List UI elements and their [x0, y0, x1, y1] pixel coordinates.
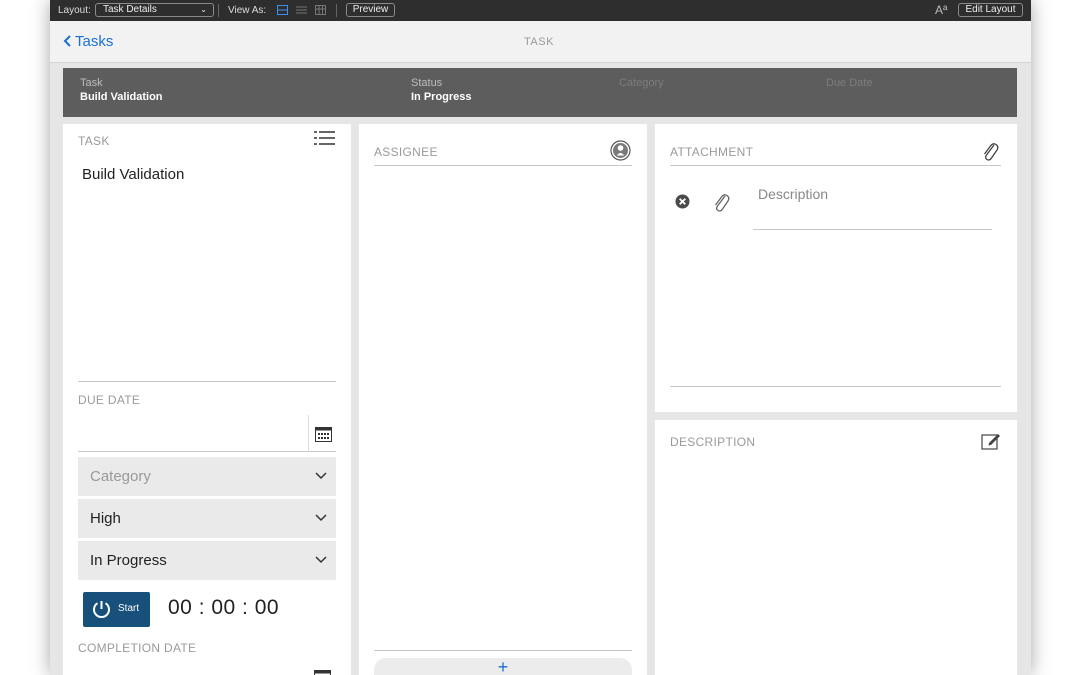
paperclip-icon[interactable] — [712, 191, 730, 213]
summary-task: Task Build Validation — [80, 77, 163, 103]
calendar-icon[interactable] — [315, 427, 332, 442]
add-assignee-button[interactable]: + — [374, 658, 632, 675]
status-dropdown[interactable]: In Progress — [78, 541, 336, 580]
edit-icon[interactable] — [981, 432, 1001, 450]
toolbar-divider — [218, 4, 219, 17]
summary-category-label: Category — [619, 77, 664, 89]
task-summary-bar: Task Build Validation Status In Progress… — [63, 68, 1017, 117]
chevron-left-icon — [63, 35, 71, 47]
category-placeholder: Category — [90, 468, 151, 485]
priority-dropdown[interactable]: High — [78, 499, 336, 538]
summary-task-label: Task — [80, 77, 103, 89]
form-view-icon[interactable] — [277, 5, 288, 15]
power-icon — [93, 601, 110, 618]
divider — [78, 381, 336, 382]
assignee-caption: ASSIGNEE — [374, 145, 438, 159]
chevron-down-icon: ⌄ — [200, 5, 207, 14]
view-as-label: View As: — [228, 5, 267, 16]
attachment-panel: ATTACHMENT Description — [655, 124, 1017, 412]
category-dropdown[interactable]: Category — [78, 457, 336, 496]
field-divider — [308, 415, 309, 452]
divider — [670, 386, 1001, 387]
summary-status: Status In Progress — [411, 77, 472, 103]
layout-select[interactable]: Task Details ⌄ — [95, 3, 214, 17]
edit-layout-button[interactable]: Edit Layout — [958, 3, 1023, 17]
layout-label: Layout: — [58, 5, 91, 16]
description-caption: DESCRIPTION — [670, 435, 756, 449]
status-value: In Progress — [90, 552, 167, 569]
back-label: Tasks — [75, 33, 114, 50]
calendar-icon[interactable] — [314, 670, 331, 675]
layout-toolbar: Layout: Task Details ⌄ View As: Preview … — [50, 0, 1031, 21]
chevron-down-icon — [315, 514, 327, 522]
timer-display: 00 : 00 : 00 — [168, 596, 280, 619]
divider — [753, 229, 992, 230]
summary-category: Category — [619, 77, 664, 89]
page-title: TASK — [524, 36, 554, 48]
paperclip-icon[interactable] — [981, 140, 999, 162]
attachment-description-field[interactable]: Description — [758, 186, 828, 202]
list-icon[interactable] — [314, 130, 335, 147]
task-panel: TASK Build Validation DUE DATE Category — [63, 124, 351, 675]
navigation-header: Tasks TASK — [50, 21, 1031, 63]
summary-status-value: In Progress — [411, 91, 472, 103]
remove-icon[interactable] — [675, 194, 690, 209]
attachment-caption: ATTACHMENT — [670, 145, 754, 159]
divider — [670, 165, 1001, 166]
layout-select-value: Task Details — [103, 4, 157, 15]
app-window: Layout: Task Details ⌄ View As: Preview … — [50, 0, 1031, 675]
due-date-field[interactable] — [78, 415, 336, 452]
priority-value: High — [90, 510, 121, 527]
divider — [374, 650, 632, 651]
task-caption: TASK — [78, 134, 110, 148]
completion-date-caption: COMPLETION DATE — [78, 641, 197, 655]
summary-status-label: Status — [411, 77, 443, 89]
start-timer-button[interactable]: Start — [83, 592, 150, 627]
due-date-caption: DUE DATE — [78, 393, 141, 407]
person-icon[interactable] — [610, 140, 631, 161]
task-name-field[interactable]: Build Validation — [82, 166, 184, 183]
description-panel: DESCRIPTION — [655, 420, 1017, 675]
chevron-down-icon — [315, 556, 327, 564]
back-button[interactable]: Tasks — [63, 33, 113, 50]
list-view-icon[interactable] — [296, 5, 307, 15]
table-view-icon[interactable] — [315, 5, 326, 15]
divider — [374, 165, 632, 166]
summary-due-date-label: Due Date — [826, 77, 873, 89]
preview-button[interactable]: Preview — [346, 3, 395, 17]
toolbar-divider — [336, 4, 337, 17]
summary-task-value: Build Validation — [80, 91, 163, 103]
assignee-panel: ASSIGNEE + — [359, 124, 647, 675]
summary-due-date: Due Date — [826, 77, 872, 89]
chevron-down-icon — [315, 472, 327, 480]
font-size-icon[interactable]: Aª — [935, 3, 947, 17]
start-label: Start — [118, 603, 140, 614]
